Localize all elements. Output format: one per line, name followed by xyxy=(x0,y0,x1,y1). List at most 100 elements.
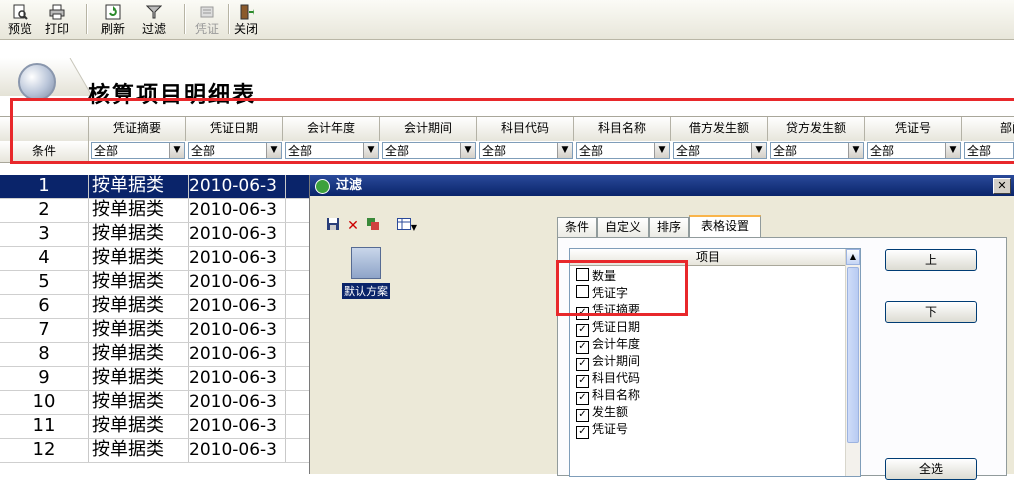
date-cell: 2010-06-3 xyxy=(188,223,286,246)
list-item[interactable]: ✓ 凭证日期 xyxy=(576,319,641,337)
magnifier-icon xyxy=(18,63,56,101)
filter-icon xyxy=(146,5,162,19)
preview-icon xyxy=(13,4,28,20)
row-number: 11 xyxy=(0,415,89,438)
view-grid-icon[interactable]: ▼ xyxy=(392,217,422,235)
dialog-title: 过滤 xyxy=(336,178,363,193)
checkbox-checked[interactable]: ✓ xyxy=(576,426,589,439)
print-button[interactable]: 打印 xyxy=(40,2,74,36)
table-row[interactable]: 9 按单据类 2010-06-3 xyxy=(0,367,320,391)
toolbar-separator xyxy=(86,4,88,34)
tab-custom[interactable]: 自定义 xyxy=(597,217,649,237)
list-item[interactable]: ✓ 会计年度 xyxy=(576,336,641,354)
close-label: 关闭 xyxy=(233,22,258,36)
summary-cell: 按单据类 xyxy=(92,343,164,364)
scheme-label: 默认方案 xyxy=(342,283,390,299)
list-item[interactable]: ✓ 凭证号 xyxy=(576,421,628,439)
preview-label: 预览 xyxy=(7,22,32,36)
printer-icon xyxy=(49,4,65,20)
close-button[interactable]: 关闭 xyxy=(232,2,260,36)
row-number: 9 xyxy=(0,367,89,390)
summary-cell: 按单据类 xyxy=(92,199,164,220)
dialog-titlebar[interactable]: 过滤 ✕ xyxy=(310,175,1014,196)
dialog-app-icon xyxy=(315,179,330,194)
date-cell: 2010-06-3 xyxy=(188,247,286,270)
list-item-label: 科目代码 xyxy=(592,371,641,385)
table-row[interactable]: 4 按单据类 2010-06-3 xyxy=(0,247,320,271)
row-number: 1 xyxy=(0,175,89,198)
filter-button[interactable]: 过滤 xyxy=(132,2,176,36)
table-row[interactable]: 8 按单据类 2010-06-3 xyxy=(0,343,320,367)
refresh-label: 刷新 xyxy=(100,22,125,36)
summary-cell: 按单据类 xyxy=(92,439,164,460)
select-all-button[interactable]: 全选 xyxy=(885,458,977,480)
scheme-toolbar: ✕ ▼ xyxy=(324,215,474,237)
row-number: 8 xyxy=(0,343,89,366)
list-item[interactable]: ✓ 科目代码 xyxy=(576,370,641,388)
table-row[interactable]: 10 按单据类 2010-06-3 xyxy=(0,391,320,415)
default-scheme-item[interactable]: 默认方案 xyxy=(338,247,394,307)
list-item-label: 凭证日期 xyxy=(592,320,641,334)
date-cell: 2010-06-3 xyxy=(188,343,286,366)
annotation-highlight-box xyxy=(10,98,1014,164)
toolbar-separator xyxy=(184,4,186,34)
list-item-label: 会计年度 xyxy=(592,337,641,351)
summary-cell: 按单据类 xyxy=(92,271,164,292)
date-cell: 2010-06-3 xyxy=(188,391,286,414)
list-item[interactable]: ✓ 发生额 xyxy=(576,404,629,422)
list-scrollbar[interactable]: ▲ xyxy=(845,249,860,476)
list-item[interactable]: ✓ 科目名称 xyxy=(576,387,641,405)
print-label: 打印 xyxy=(44,22,69,36)
toolbar-separator xyxy=(228,4,230,34)
table-row[interactable]: 11 按单据类 2010-06-3 xyxy=(0,415,320,439)
summary-cell: 按单据类 xyxy=(92,223,164,244)
list-item-label: 发生额 xyxy=(592,405,629,419)
date-cell: 2010-06-3 xyxy=(188,295,286,318)
row-number: 5 xyxy=(0,271,89,294)
close-icon[interactable]: ✕ xyxy=(993,178,1011,194)
tab-conditions[interactable]: 条件 xyxy=(557,217,597,237)
toolbar: 预览 打印 刷新 过滤 凭证 关闭 xyxy=(0,0,1014,40)
date-cell: 2010-06-3 xyxy=(188,319,286,342)
filter-label: 过滤 xyxy=(141,22,166,36)
save-icon[interactable] xyxy=(324,217,342,235)
summary-cell: 按单据类 xyxy=(92,247,164,268)
table-row[interactable]: 1 按单据类 2010-06-3 xyxy=(0,175,320,199)
grid-ghost-row xyxy=(0,163,1014,175)
date-cell: 2010-06-3 xyxy=(188,439,286,462)
scrollbar-thumb[interactable] xyxy=(847,267,859,443)
scheme-folder-icon xyxy=(351,247,381,279)
table-row[interactable]: 7 按单据类 2010-06-3 xyxy=(0,319,320,343)
date-cell: 2010-06-3 xyxy=(188,199,286,222)
move-down-button[interactable]: 下 xyxy=(885,301,977,323)
delete-icon[interactable]: ✕ xyxy=(344,217,362,235)
row-number: 12 xyxy=(0,439,89,462)
table-row[interactable]: 3 按单据类 2010-06-3 xyxy=(0,223,320,247)
move-up-button[interactable]: 上 xyxy=(885,249,977,271)
table-row[interactable]: 12 按单据类 2010-06-3 xyxy=(0,439,320,463)
row-number: 10 xyxy=(0,391,89,414)
table-row[interactable]: 6 按单据类 2010-06-3 xyxy=(0,295,320,319)
copy-icon[interactable] xyxy=(364,217,382,235)
table-row[interactable]: 5 按单据类 2010-06-3 xyxy=(0,271,320,295)
voucher-label: 凭证 xyxy=(194,22,219,36)
summary-cell: 按单据类 xyxy=(92,391,164,412)
tab-table-settings[interactable]: 表格设置 xyxy=(689,215,761,239)
row-number: 6 xyxy=(0,295,89,318)
scroll-up-icon[interactable]: ▲ xyxy=(846,249,860,265)
date-cell: 2010-06-3 xyxy=(188,415,286,438)
refresh-icon xyxy=(105,4,121,20)
list-item-label: 会计期间 xyxy=(592,354,641,368)
list-item-label: 科目名称 xyxy=(592,388,641,402)
refresh-button[interactable]: 刷新 xyxy=(96,2,130,36)
table-row[interactable]: 2 按单据类 2010-06-3 xyxy=(0,199,320,223)
tab-sort[interactable]: 排序 xyxy=(649,217,689,237)
summary-cell: 按单据类 xyxy=(92,175,188,197)
preview-button[interactable]: 预览 xyxy=(6,2,34,36)
row-number: 7 xyxy=(0,319,89,342)
voucher-button[interactable]: 凭证 xyxy=(192,2,222,36)
row-number: 4 xyxy=(0,247,89,270)
list-item[interactable]: ✓ 会计期间 xyxy=(576,353,641,371)
exit-door-icon xyxy=(240,4,254,20)
summary-cell: 按单据类 xyxy=(92,319,164,340)
